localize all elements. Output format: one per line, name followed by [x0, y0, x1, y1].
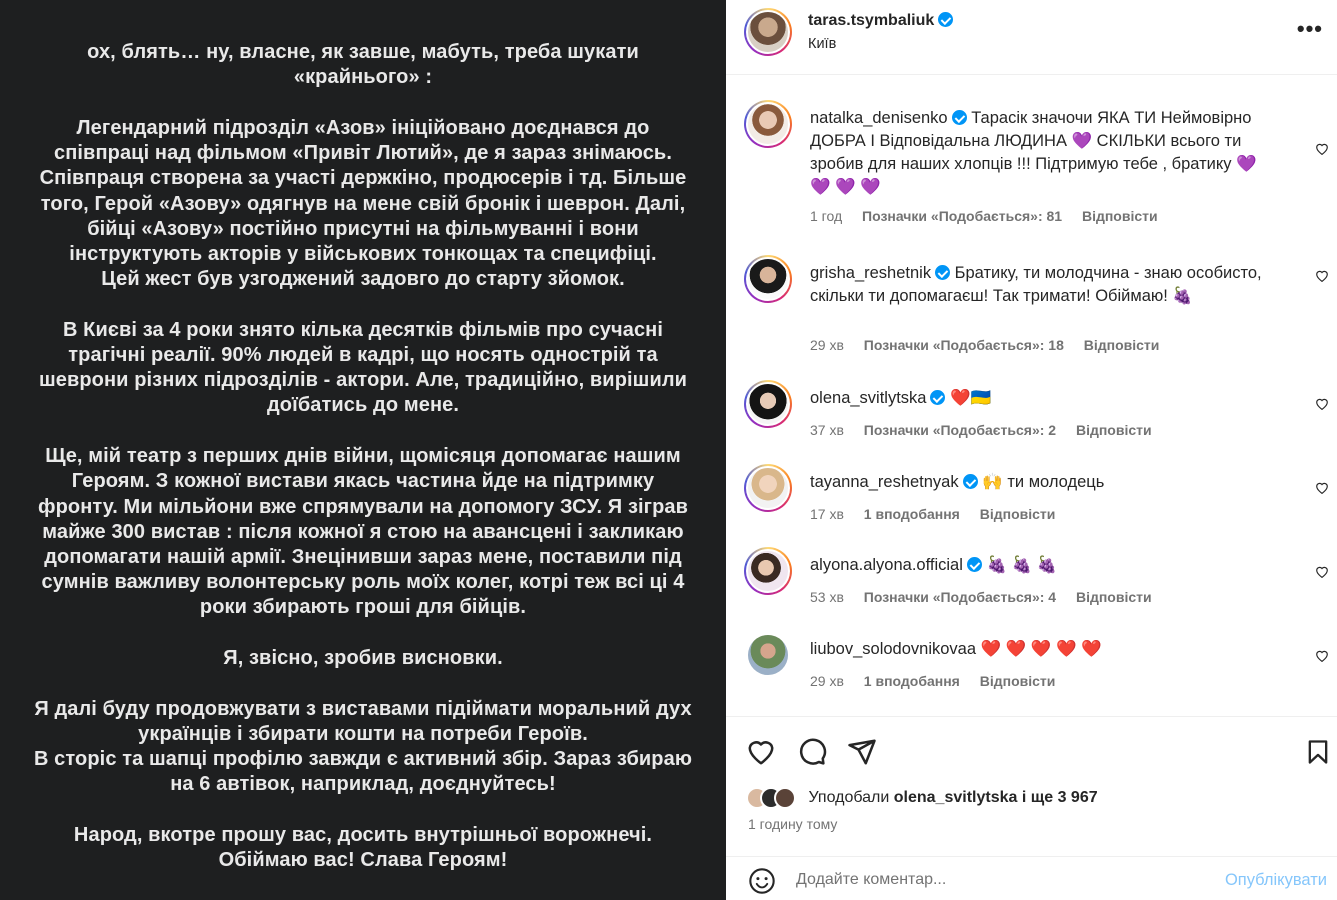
heart-icon[interactable] [746, 737, 776, 767]
likes-count[interactable]: і ще 3 967 [1022, 789, 1098, 806]
verified-icon [966, 557, 982, 572]
comment-meta: 17 хв 1 вподобання Відповісти [810, 506, 1071, 522]
commenter-username[interactable]: natalka_denisenko [810, 109, 948, 127]
comment-likes[interactable]: Позначки «Подобається»: 4 [864, 589, 1056, 605]
comment-time[interactable]: 29 хв [810, 337, 844, 353]
reply-button[interactable]: Відповісти [980, 506, 1056, 522]
post-time[interactable]: 1 годину тому [748, 816, 837, 832]
like-comment-icon[interactable] [1315, 565, 1329, 578]
commenter-username[interactable]: olena_svitlytska [810, 389, 926, 407]
comment-likes[interactable]: 1 вподобання [864, 506, 960, 522]
commenter-avatar[interactable] [744, 100, 792, 148]
author-name[interactable]: taras.tsymbaliuk [808, 12, 954, 30]
comment-time[interactable]: 29 хв [810, 673, 844, 689]
comment-meta: 29 хв Позначки «Подобається»: 18 Відпові… [810, 337, 1175, 353]
like-comment-icon[interactable] [1315, 397, 1329, 410]
comment-time[interactable]: 37 хв [810, 422, 844, 438]
comment-text: 🙌 ти молодець [982, 473, 1105, 491]
reply-button[interactable]: Відповісти [980, 673, 1056, 689]
comment-icon[interactable] [797, 737, 827, 767]
verified-icon [935, 265, 951, 280]
post-sidebar: taras.tsymbaliuk Київ ••• natalka_denise… [726, 0, 1337, 900]
comment-time[interactable]: 17 хв [810, 506, 844, 522]
verified-icon [938, 12, 954, 27]
post-text: ох, блять… ну, власне, як завше, мабуть,… [0, 40, 726, 899]
comment-input[interactable] [796, 865, 1196, 895]
post-paragraph: Я, звісно, зробив висновки. [223, 647, 503, 670]
commenter-avatar[interactable] [744, 547, 792, 595]
comment-text: ❤️🇺🇦 [950, 389, 992, 407]
verified-icon [962, 474, 978, 489]
smile-icon[interactable] [748, 867, 776, 895]
like-comment-icon[interactable] [1315, 269, 1329, 282]
commenter-username[interactable]: alyona.alyona.official [810, 556, 963, 574]
comment-body: tayanna_reshetnyak 🙌 ти молодець [810, 471, 1280, 494]
more-icon[interactable]: ••• [1297, 18, 1323, 40]
commenter-avatar[interactable] [744, 380, 792, 428]
post-header: taras.tsymbaliuk Київ ••• [726, 0, 1337, 75]
author-avatar[interactable] [744, 8, 792, 56]
likes-summary[interactable]: Уподобали olena_svitlytska і ще 3 967 [808, 789, 1097, 806]
commenter-avatar[interactable] [744, 464, 792, 512]
like-comment-icon[interactable] [1315, 142, 1329, 155]
verified-icon [930, 390, 946, 405]
like-comment-icon[interactable] [1315, 481, 1329, 494]
share-icon[interactable] [847, 737, 877, 767]
publish-button[interactable]: Опублікувати [1225, 871, 1327, 890]
commenter-username[interactable]: grisha_reshetnik [810, 264, 931, 282]
comments-list: natalka_denisenko Тарасік значочи ЯКА ТИ… [726, 75, 1337, 715]
author-username[interactable]: taras.tsymbaliuk [808, 12, 934, 29]
post-actions: Уподобали olena_svitlytska і ще 3 967 1 … [726, 716, 1337, 900]
comment-body: grisha_reshetnik Братику, ти молодчина -… [810, 262, 1280, 308]
post-location[interactable]: Київ [808, 36, 836, 52]
comment-body: liubov_solodovnikovaa ❤️ ❤️ ❤️ ❤️ ❤️ [810, 638, 1280, 661]
bookmark-icon[interactable] [1304, 737, 1332, 767]
comment-meta: 37 хв Позначки «Подобається»: 2 Відповіс… [810, 422, 1168, 438]
liked-by: Уподобали olena_svitlytska і ще 3 967 [746, 787, 1098, 809]
commenter-avatar[interactable] [744, 255, 792, 303]
reply-button[interactable]: Відповісти [1076, 589, 1152, 605]
comment-time[interactable]: 53 хв [810, 589, 844, 605]
comment-body: natalka_denisenko Тарасік значочи ЯКА ТИ… [810, 107, 1280, 199]
verified-icon [951, 110, 967, 125]
comment-meta: 29 хв 1 вподобання Відповісти [810, 673, 1071, 689]
comment-meta: 1 год Позначки «Подобається»: 81 Відпові… [810, 208, 1174, 224]
reply-button[interactable]: Відповісти [1084, 337, 1160, 353]
comment-likes[interactable]: Позначки «Подобається»: 81 [862, 208, 1062, 224]
likes-prefix: Уподобали [808, 789, 890, 806]
post-paragraph: В Києві за 4 роки знято кілька десятків … [38, 318, 688, 417]
post-paragraph: Ще, мій театр з перших днів війни, щоміс… [37, 445, 689, 619]
comment-meta: 53 хв Позначки «Подобається»: 4 Відповіс… [810, 589, 1168, 605]
post-paragraph: Я далі буду продовжувати з виставами під… [33, 697, 693, 796]
comment-time[interactable]: 1 год [810, 208, 842, 224]
commenter-username[interactable]: tayanna_reshetnyak [810, 473, 959, 491]
comment-body: olena_svitlytska ❤️🇺🇦 [810, 387, 1280, 410]
comment-likes[interactable]: Позначки «Подобається»: 18 [864, 337, 1064, 353]
post-media: ох, блять… ну, власне, як завше, мабуть,… [0, 0, 726, 900]
like-comment-icon[interactable] [1315, 649, 1329, 662]
post-paragraph: Легендарний підрозділ «Азов» ініційовано… [39, 116, 687, 291]
commenter-username[interactable]: liubov_solodovnikovaa [810, 640, 976, 658]
comment-text: ❤️ ❤️ ❤️ ❤️ ❤️ [980, 640, 1102, 658]
comment-likes[interactable]: 1 вподобання [864, 673, 960, 689]
reply-button[interactable]: Відповісти [1082, 208, 1158, 224]
comment-body: alyona.alyona.official 🍇 🍇 🍇 [810, 554, 1280, 577]
add-comment-bar: Опублікувати [726, 856, 1337, 900]
comment-likes[interactable]: Позначки «Подобається»: 2 [864, 422, 1056, 438]
likes-user[interactable]: olena_svitlytska [894, 789, 1018, 806]
post-paragraph: ох, блять… ну, власне, як завше, мабуть,… [87, 41, 639, 89]
liker-avatar[interactable] [774, 787, 796, 809]
comment-text: 🍇 🍇 🍇 [986, 556, 1058, 574]
post-paragraph: Народ, вкотре прошу вас, досить внутрішн… [73, 824, 653, 872]
commenter-avatar[interactable] [748, 635, 788, 675]
reply-button[interactable]: Відповісти [1076, 422, 1152, 438]
